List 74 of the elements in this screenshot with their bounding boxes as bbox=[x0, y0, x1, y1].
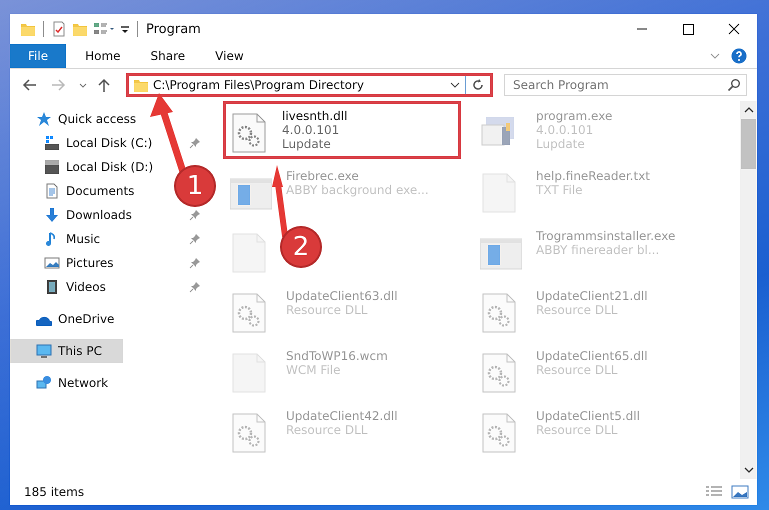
file-detail: TXT File bbox=[536, 183, 584, 197]
nav-item[interactable]: Documents bbox=[40, 179, 138, 203]
nav-item[interactable]: This PC bbox=[10, 339, 122, 363]
drive-icon bbox=[44, 135, 60, 151]
nav-item[interactable]: OneDrive bbox=[32, 307, 118, 331]
star-icon bbox=[36, 111, 52, 127]
monitor-icon bbox=[36, 343, 52, 359]
file-name: UpdateClient21.dll bbox=[536, 289, 648, 303]
drive-icon bbox=[44, 159, 60, 175]
search-field[interactable]: Search Program bbox=[504, 74, 747, 96]
file-name: SndToWP16.wcm bbox=[286, 349, 388, 363]
file-detail: Resource DLL bbox=[536, 303, 618, 317]
scroll-down-icon[interactable] bbox=[744, 467, 754, 473]
back-arrow-icon[interactable] bbox=[22, 77, 38, 93]
pin-icon[interactable] bbox=[189, 137, 201, 149]
file-item[interactable]: livesnth.dll 4.0.0.101 Lupdate bbox=[223, 101, 461, 159]
file-name: UpdateClient63.dll bbox=[286, 289, 398, 303]
ribbon-tab[interactable]: Share bbox=[136, 44, 200, 68]
scrollbar[interactable] bbox=[740, 101, 757, 479]
search-icon[interactable] bbox=[727, 78, 741, 92]
file-detail: WCM File bbox=[286, 363, 342, 377]
folder-icon bbox=[133, 77, 149, 93]
ribbon-tab[interactable]: Home bbox=[70, 44, 136, 68]
file-detail: Lupdate bbox=[536, 137, 586, 151]
picture-icon bbox=[44, 255, 60, 271]
nav-item[interactable]: Local Disk (D:) bbox=[40, 155, 158, 179]
nav-item[interactable]: Music bbox=[40, 227, 104, 251]
help-icon[interactable] bbox=[731, 48, 747, 64]
address-bar[interactable]: C:\Program Files\Program Directory bbox=[126, 73, 493, 97]
pin-icon[interactable] bbox=[189, 233, 201, 245]
nav-item[interactable]: Quick access bbox=[32, 107, 140, 131]
properties-icon[interactable] bbox=[93, 21, 115, 37]
file-name: Trogrammsinstaller.exe bbox=[536, 229, 676, 243]
dropdown-caret-icon[interactable] bbox=[450, 80, 460, 90]
up-arrow-icon[interactable] bbox=[96, 77, 112, 93]
file-name: program.exe bbox=[536, 109, 612, 123]
nav-item[interactable]: Downloads bbox=[40, 203, 136, 227]
large-icons-view-icon[interactable] bbox=[731, 485, 749, 499]
file-detail: Resource DLL bbox=[286, 423, 368, 437]
file-name: livesnth.dll bbox=[282, 109, 348, 123]
network-icon bbox=[36, 375, 52, 391]
step-number: 1 bbox=[176, 167, 214, 205]
checklist-icon[interactable] bbox=[51, 21, 67, 37]
scroll-thumb[interactable] bbox=[741, 119, 756, 169]
file-detail: ABBY finereader bl... bbox=[536, 243, 660, 257]
file-detail: 4.0.0.101 bbox=[536, 123, 594, 137]
file-name: UpdateClient5.dll bbox=[536, 409, 640, 423]
file-detail: Resource DLL bbox=[536, 363, 618, 377]
nav-item[interactable]: Local Disk (C:) bbox=[40, 131, 156, 155]
file-name: UpdateClient65.dll bbox=[536, 349, 648, 363]
pin-icon[interactable] bbox=[189, 209, 201, 221]
film-icon bbox=[44, 279, 60, 295]
refresh-icon[interactable] bbox=[471, 78, 485, 92]
document-icon bbox=[44, 183, 60, 199]
file-detail: Resource DLL bbox=[286, 303, 368, 317]
file-name: UpdateClient42.dll bbox=[286, 409, 398, 423]
scroll-up-icon[interactable] bbox=[744, 107, 754, 113]
nav-item[interactable]: Videos bbox=[40, 275, 110, 299]
pin-icon[interactable] bbox=[189, 257, 201, 269]
file-detail: ABBY background exe... bbox=[286, 183, 429, 197]
pin-icon[interactable] bbox=[189, 281, 201, 293]
nav-item[interactable]: Pictures bbox=[40, 251, 118, 275]
window-title: Program bbox=[146, 22, 202, 36]
file-name: Firebrec.exe bbox=[286, 169, 360, 183]
download-arrow-icon bbox=[44, 207, 60, 223]
file-detail: 4.0.0.101 bbox=[282, 123, 340, 137]
nav-item[interactable]: Network bbox=[32, 371, 112, 395]
item-count: 185 items bbox=[24, 485, 84, 499]
file-name: help.fineReader.txt bbox=[536, 169, 650, 183]
step-number: 2 bbox=[282, 228, 320, 266]
file-detail: Lupdate bbox=[282, 137, 332, 151]
file-detail: Resource DLL bbox=[536, 423, 618, 437]
ribbon-tab[interactable]: View bbox=[200, 44, 259, 68]
ribbon-tab[interactable]: File bbox=[10, 44, 66, 68]
